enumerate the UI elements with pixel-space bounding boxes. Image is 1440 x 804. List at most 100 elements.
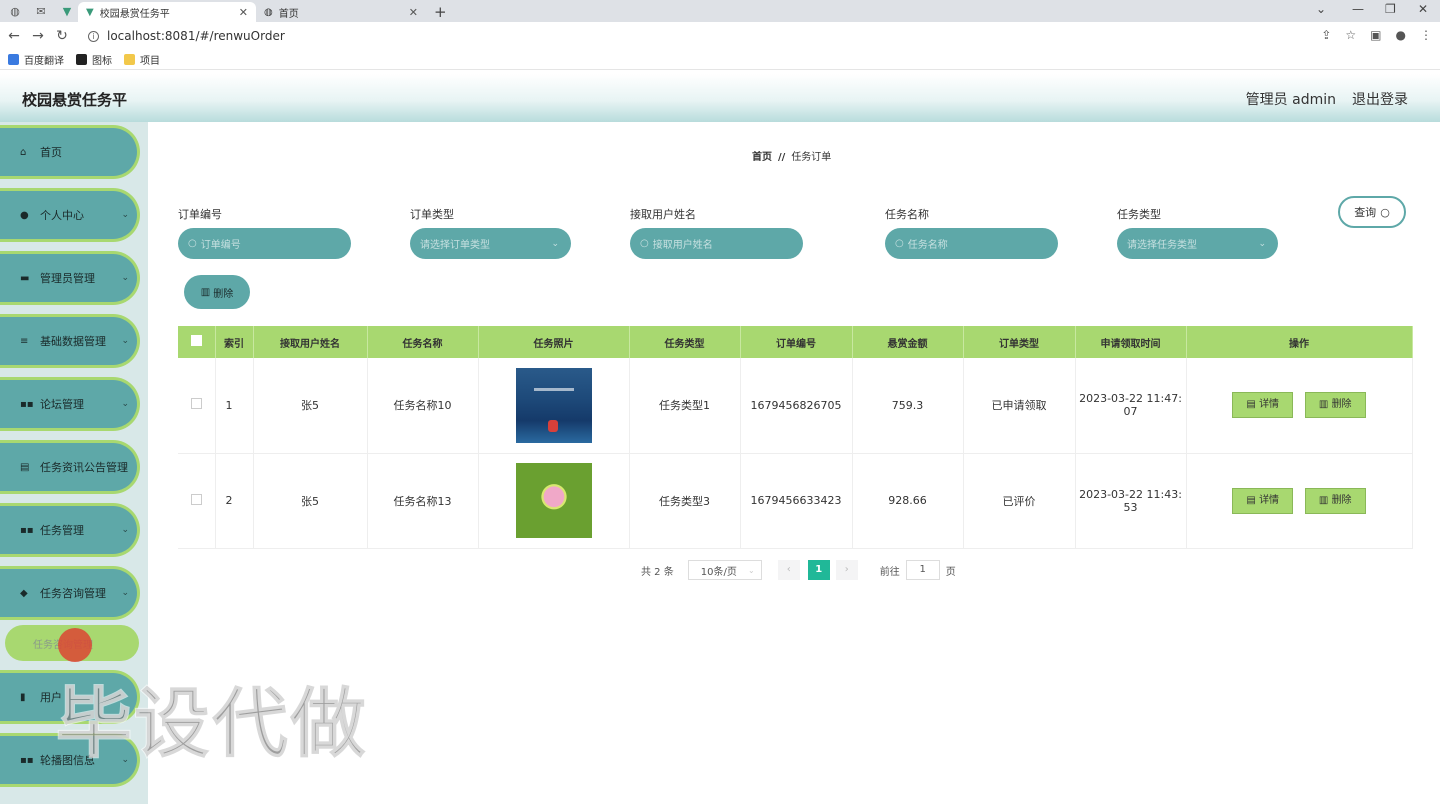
goto-page-input[interactable]: 1: [905, 560, 940, 580]
address-bar: ← → ↻ i localhost:8081/#/renwuOrder ⇪ ☆ …: [0, 22, 1440, 50]
share-icon[interactable]: ⇪: [1321, 28, 1331, 42]
bookmark-item[interactable]: 图标: [76, 52, 112, 67]
delete-label: 删除: [1331, 494, 1352, 506]
cell-time: 2023-03-22 11:43: 53: [1075, 453, 1187, 549]
globe-icon[interactable]: ◍: [6, 2, 24, 20]
info-icon[interactable]: i: [88, 30, 99, 42]
delete-button[interactable]: ▥ 删除: [1304, 392, 1366, 419]
row-select-cell[interactable]: [178, 358, 216, 454]
url-text: localhost:8081/#/renwuOrder: [107, 29, 285, 43]
sidebar-item-label: 个人中心: [40, 209, 84, 222]
cell-order-no: 1679456826705: [740, 358, 853, 454]
forward-icon[interactable]: →: [26, 28, 50, 44]
order-type-select[interactable]: 请选择订单类型 ⌄: [410, 228, 571, 259]
cell-order-type: 已申请领取: [963, 358, 1076, 454]
browser-tab[interactable]: ◍ 首页 ✕: [256, 2, 426, 22]
user-name-input[interactable]: ○ 接取用户姓名: [630, 228, 803, 259]
chart-icon: ▮: [20, 691, 26, 703]
chevron-down-icon: ⌄: [551, 238, 559, 249]
table-row: 1 张5 任务名称10 任务类型1 1679456826705 759.3 已申…: [178, 358, 1413, 454]
sidebar-item-admins[interactable]: ▬ 管理员管理 ⌄: [0, 251, 140, 305]
close-window-icon[interactable]: ✕: [1418, 2, 1428, 16]
new-tab-icon[interactable]: +: [434, 2, 447, 22]
close-icon[interactable]: ✕: [239, 6, 248, 19]
page-size-select[interactable]: 10条/页 ⌄: [687, 560, 762, 580]
cursor-highlight: [58, 628, 92, 662]
input-placeholder: 任务名称: [907, 240, 948, 251]
bookmark-item[interactable]: 项目: [124, 52, 160, 67]
chevron-down-icon: ⌄: [121, 462, 129, 472]
sidebar-item-home[interactable]: ⌂ 首页: [0, 125, 140, 179]
search-icon: ○: [188, 238, 197, 249]
table-row: 2 张5 任务名称13 任务类型3 1679456633423 928.66 已…: [178, 453, 1413, 549]
more-icon[interactable]: ⋮: [1420, 28, 1432, 42]
app-title: 校园悬赏任务平: [22, 91, 128, 109]
globe-icon: ◍: [264, 6, 273, 18]
vue-icon[interactable]: ▼: [58, 2, 76, 20]
row-checkbox[interactable]: [190, 493, 202, 505]
minimize-icon[interactable]: —: [1352, 2, 1364, 16]
cell-index: 2: [215, 453, 254, 549]
breadcrumb-home[interactable]: 首页: [752, 152, 772, 163]
mail-icon[interactable]: ✉: [32, 2, 50, 20]
select-placeholder: 请选择任务类型: [1127, 240, 1197, 251]
cell-task: 任务名称13: [367, 453, 479, 549]
back-icon[interactable]: ←: [2, 28, 26, 44]
chevron-down-icon: ⌄: [121, 525, 129, 535]
sidepanel-icon[interactable]: ▣: [1370, 28, 1381, 42]
url-field[interactable]: i localhost:8081/#/renwuOrder: [88, 29, 285, 43]
task-name-input[interactable]: ○ 任务名称: [885, 228, 1058, 259]
column-header: 操作: [1186, 326, 1413, 358]
reload-icon[interactable]: ↻: [50, 28, 74, 44]
chevron-down-icon[interactable]: ⌄: [1316, 2, 1326, 16]
select-all-cell[interactable]: [178, 326, 216, 358]
task-photo[interactable]: [515, 463, 592, 538]
delete-button[interactable]: ▥ 删除: [1304, 487, 1366, 514]
cell-user: 张5: [253, 453, 368, 549]
sidebar-item-forum[interactable]: ▪▪ 论坛管理 ⌄: [0, 377, 140, 431]
bookmark-item[interactable]: 百度翻译: [8, 52, 64, 67]
star-icon[interactable]: ☆: [1345, 28, 1356, 42]
translate-icon: [8, 54, 19, 65]
breadcrumb: 首页 // 任务订单: [752, 148, 831, 163]
chevron-down-icon: ⌄: [121, 210, 129, 220]
prev-page-icon[interactable]: ‹: [777, 560, 800, 580]
sidebar-item-consult[interactable]: ◆ 任务咨询管理 ⌄: [0, 566, 140, 620]
cell-user: 张5: [253, 358, 368, 454]
cell-type: 任务类型1: [629, 358, 741, 454]
logout-link[interactable]: 退出登录: [1352, 89, 1408, 109]
detail-label: 详情: [1259, 399, 1280, 411]
select-placeholder: 请选择订单类型: [420, 240, 490, 251]
chat-icon: ▬: [20, 272, 30, 284]
cell-index: 1: [215, 358, 254, 454]
detail-button[interactable]: ▤ 详情: [1232, 392, 1294, 419]
row-checkbox[interactable]: [190, 398, 202, 410]
time-seconds: 53: [1123, 500, 1138, 514]
image-icon: [76, 54, 87, 65]
sidebar-item-profile[interactable]: ● 个人中心 ⌄: [0, 188, 140, 242]
select-all-checkbox[interactable]: [190, 335, 202, 346]
profile-icon[interactable]: ●: [1396, 28, 1406, 42]
task-photo[interactable]: [515, 367, 592, 443]
batch-delete-button[interactable]: ▥ 删除: [184, 275, 250, 309]
filter-label: 任务类型: [1117, 208, 1161, 221]
query-button[interactable]: 查询 ○: [1338, 196, 1406, 228]
page-number-current[interactable]: 1: [807, 560, 830, 580]
bookmarks-bar: 百度翻译 图标 项目: [0, 50, 1440, 70]
detail-button[interactable]: ▤ 详情: [1232, 487, 1294, 514]
search-icon: ○: [1380, 205, 1390, 219]
close-icon[interactable]: ✕: [409, 6, 418, 19]
column-header: 索引: [215, 326, 254, 358]
task-type-select[interactable]: 请选择任务类型 ⌄: [1117, 228, 1278, 259]
cell-order-type: 已评价: [963, 453, 1076, 549]
browser-tab-active[interactable]: ▼ 校园悬赏任务平 ✕: [78, 2, 256, 22]
order-no-input[interactable]: ○ 订单编号: [178, 228, 351, 259]
sidebar-item-basedata[interactable]: ≡ 基础数据管理 ⌄: [0, 314, 140, 368]
column-header: 订单类型: [963, 326, 1076, 358]
row-select-cell[interactable]: [178, 453, 216, 549]
sidebar-item-tasks[interactable]: ▪▪ 任务管理 ⌄: [0, 503, 140, 557]
restore-icon[interactable]: ❐: [1385, 2, 1396, 16]
delete-label: 删除: [1331, 399, 1352, 411]
next-page-icon[interactable]: ›: [835, 560, 858, 580]
sidebar-item-news[interactable]: ▤ 任务资讯公告管理 ⌄: [0, 440, 140, 494]
